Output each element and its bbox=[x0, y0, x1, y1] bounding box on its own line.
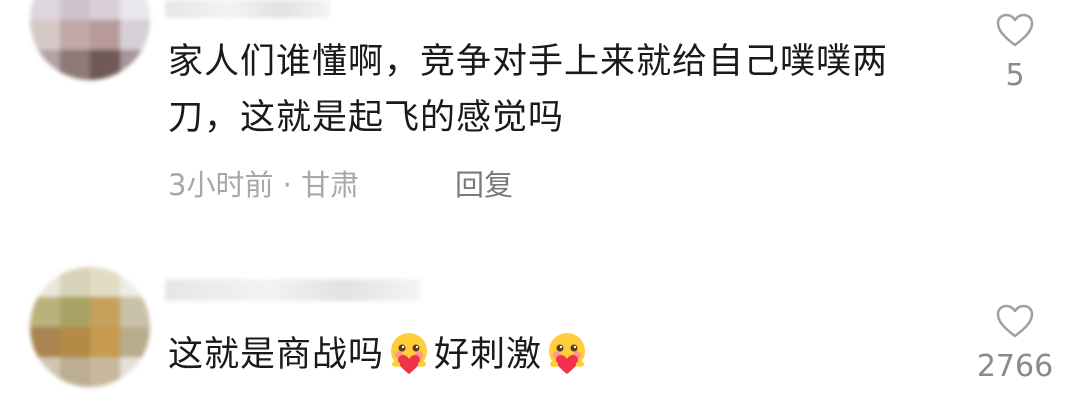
username-blurred[interactable] bbox=[165, 279, 420, 301]
heart-icon bbox=[996, 304, 1034, 338]
like-count: 5 bbox=[1005, 58, 1025, 93]
like-button[interactable]: 5 bbox=[975, 12, 1055, 93]
avatar[interactable] bbox=[30, 0, 150, 80]
avatar[interactable] bbox=[30, 267, 150, 387]
blushing-heart-emoji-icon bbox=[549, 333, 586, 374]
comment-item: 家人们谁懂啊，竞争对手上来就给自己噗噗两刀，这就是起飞的感觉吗 3小时前 · 甘… bbox=[0, 0, 1080, 235]
comment-text: 这就是商战吗 好刺激 bbox=[168, 327, 928, 383]
like-button[interactable]: 2766 bbox=[975, 303, 1055, 384]
heart-icon bbox=[996, 13, 1034, 47]
comment-meta: 3小时前 · 甘肃 bbox=[168, 168, 360, 202]
blushing-heart-emoji-icon bbox=[391, 333, 428, 374]
comment-item: 这就是商战吗 好刺激 2766 bbox=[0, 255, 1080, 405]
comment-text-part: 好刺激 bbox=[434, 335, 543, 375]
like-count: 2766 bbox=[976, 349, 1054, 384]
reply-button[interactable]: 回复 bbox=[455, 162, 513, 204]
comment-text-part: 这就是商战吗 bbox=[168, 335, 385, 375]
username-blurred[interactable] bbox=[165, 0, 330, 18]
comment-text: 家人们谁懂啊，竞争对手上来就给自己噗噗两刀，这就是起飞的感觉吗 bbox=[168, 42, 889, 138]
